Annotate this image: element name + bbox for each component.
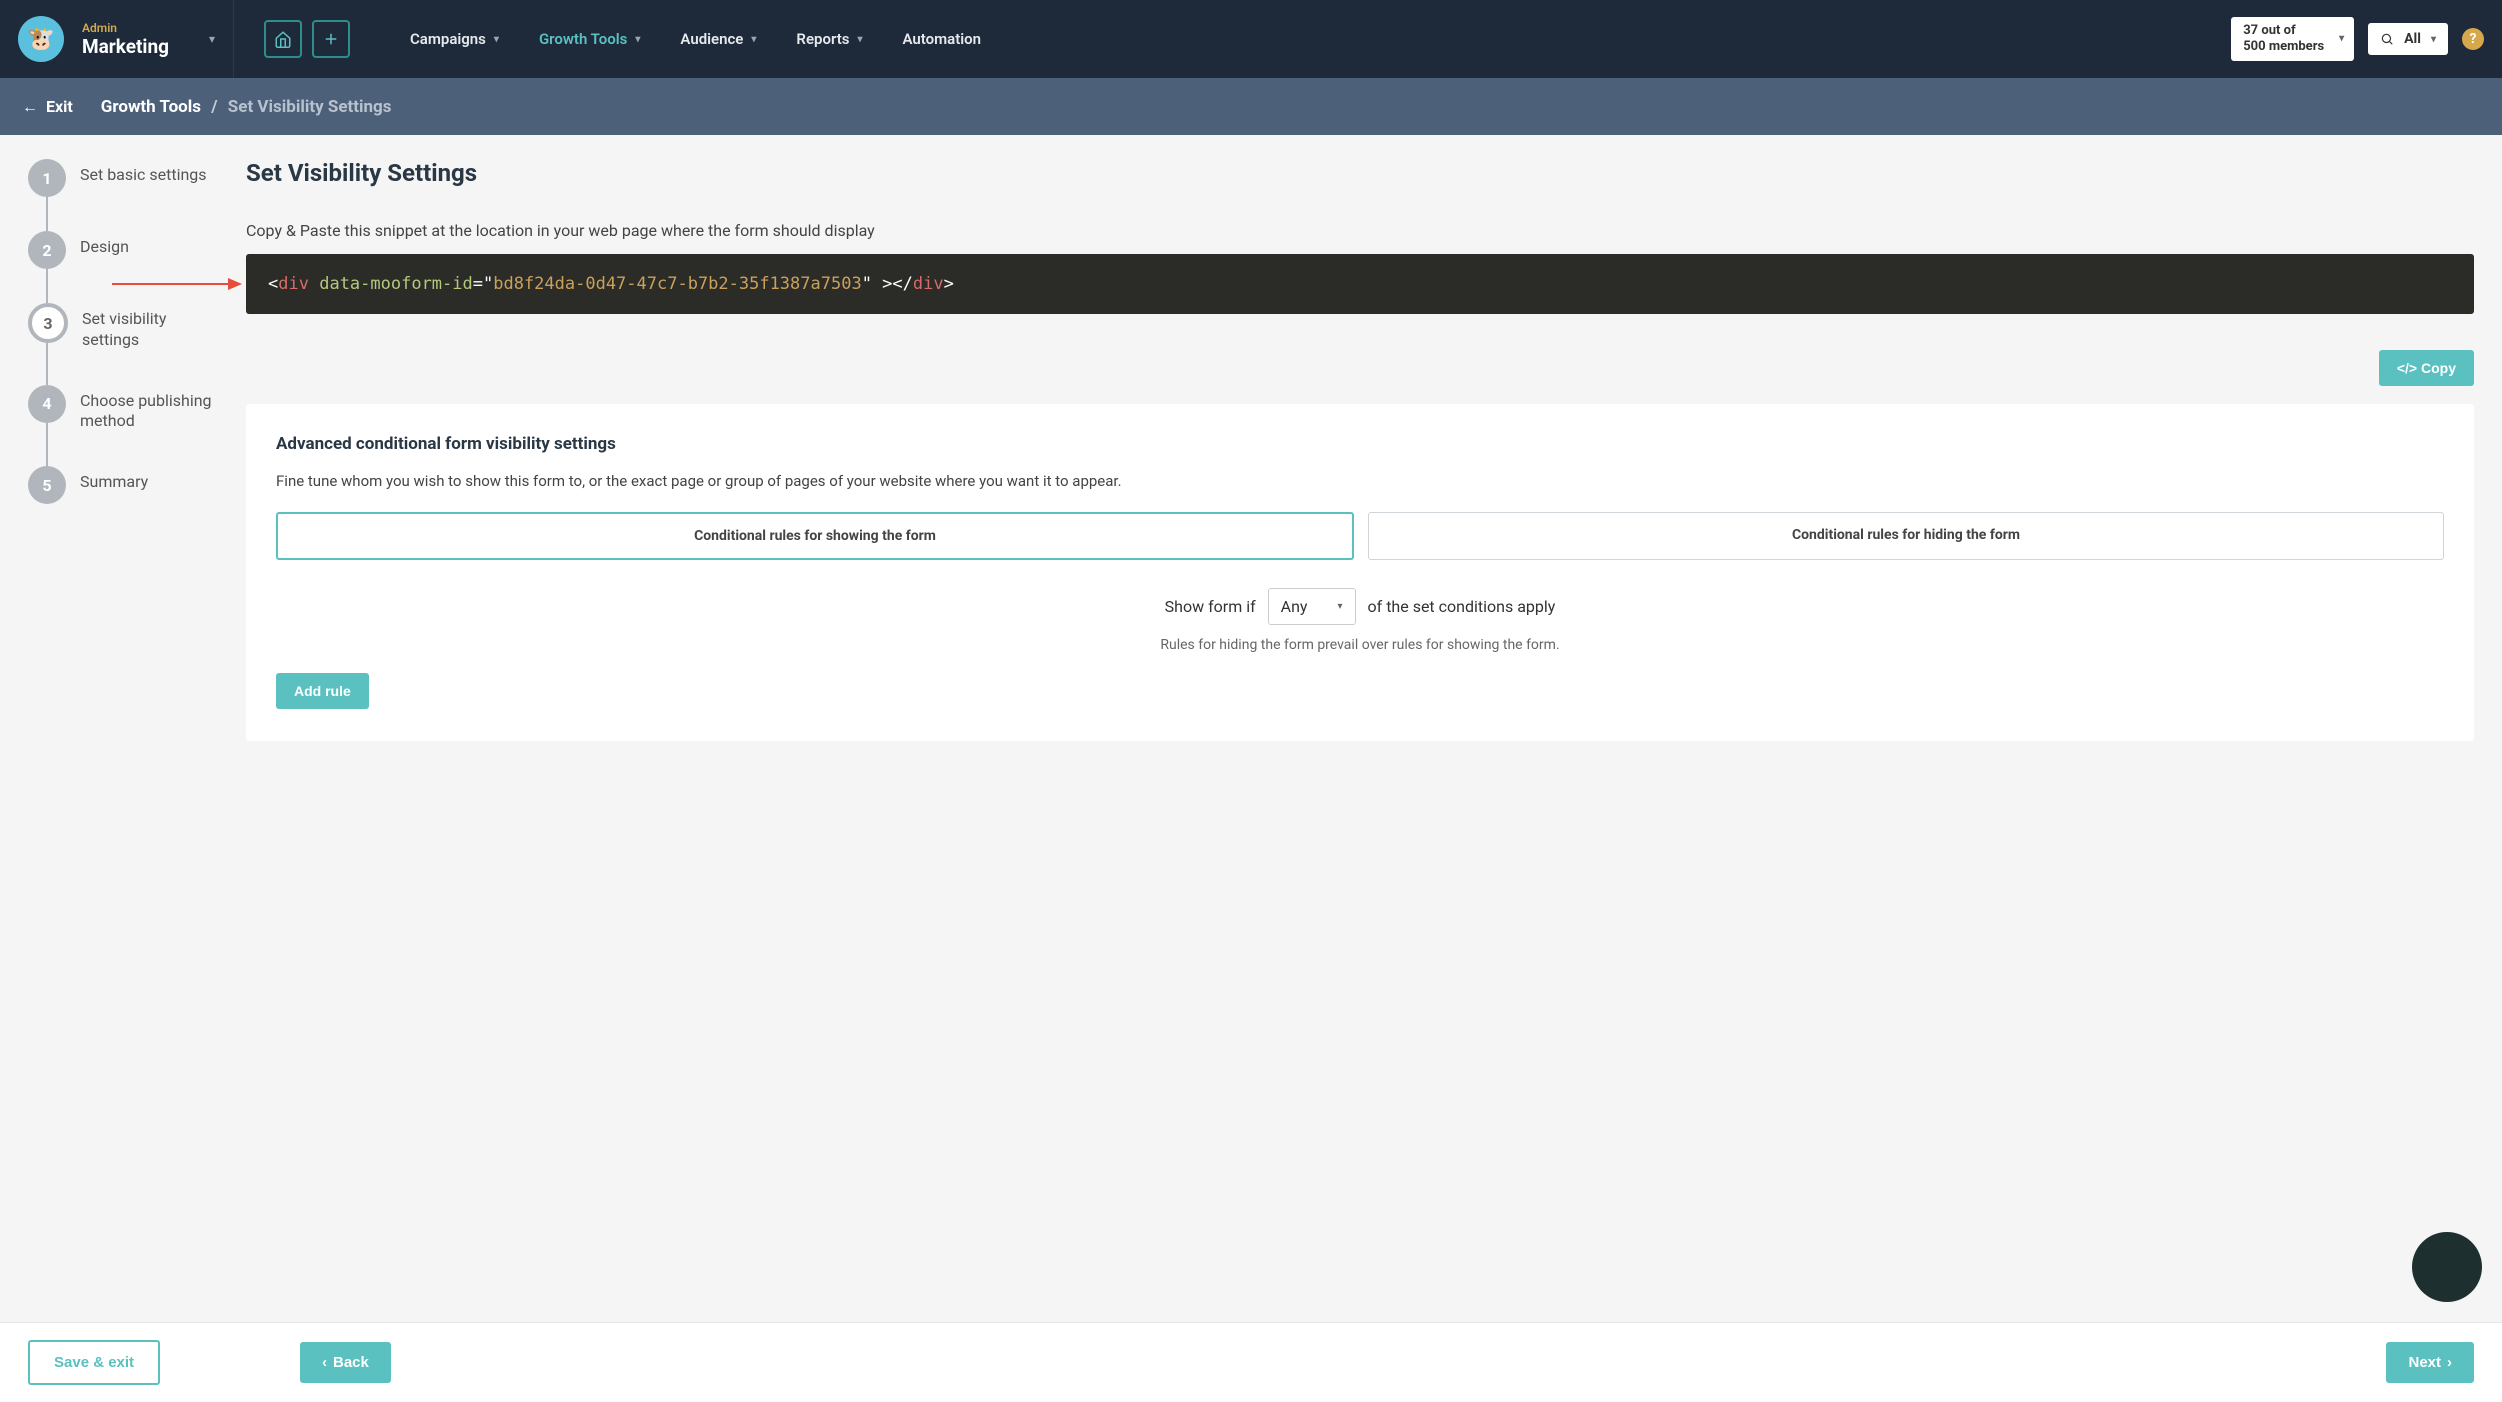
- condition-prefix: Show form if: [1165, 597, 1256, 616]
- plus-icon: [322, 30, 340, 48]
- exit-link[interactable]: ← Exit: [22, 97, 73, 117]
- exit-label: Exit: [46, 97, 73, 116]
- add-button[interactable]: [312, 20, 350, 58]
- breadcrumb-sep: /: [211, 97, 217, 117]
- nav-growth-tools[interactable]: Growth Tools ▾: [539, 30, 640, 48]
- step-number: 2: [28, 231, 66, 269]
- code-tag: div: [278, 274, 309, 294]
- help-button[interactable]: ?: [2462, 28, 2484, 50]
- chevron-down-icon: ▾: [1338, 601, 1343, 612]
- chevron-down-icon: ▾: [751, 34, 756, 45]
- step-4[interactable]: 4 Choose publishing method: [28, 385, 218, 467]
- chat-widget[interactable]: [2412, 1232, 2482, 1302]
- chevron-down-icon[interactable]: ▾: [209, 32, 215, 46]
- condition-mode-select[interactable]: Any ▾: [1268, 588, 1356, 625]
- tab-hide-rules[interactable]: Conditional rules for hiding the form: [1368, 512, 2444, 560]
- nav-reports[interactable]: Reports ▾: [796, 30, 862, 48]
- arrow-left-icon: ←: [22, 97, 38, 117]
- condition-suffix: of the set conditions apply: [1368, 597, 1556, 616]
- subheader: ← Exit Growth Tools / Set Visibility Set…: [0, 78, 2502, 135]
- chevron-down-icon: ▾: [857, 34, 862, 45]
- step-number: 5: [28, 466, 66, 504]
- search-icon: [2380, 32, 2394, 46]
- step-label: Summary: [80, 466, 148, 493]
- user-role-label: Admin: [82, 21, 169, 35]
- nav-audience[interactable]: Audience ▾: [680, 30, 756, 48]
- step-number: 4: [28, 385, 66, 423]
- app-logo: 🐮: [18, 16, 64, 62]
- step-number: 1: [28, 159, 66, 197]
- workspace-name: Marketing: [82, 35, 169, 58]
- wizard-footer: Save & exit ‹ Back Next ›: [0, 1322, 2502, 1402]
- member-count-dropdown[interactable]: 37 out of 500 members ▾: [2231, 17, 2354, 60]
- advanced-visibility-card: Advanced conditional form visibility set…: [246, 404, 2474, 741]
- nav-label: Growth Tools: [539, 30, 627, 48]
- code-closetag: div: [913, 274, 944, 294]
- chevron-left-icon: ‹: [322, 1354, 327, 1371]
- chevron-down-icon: ▾: [2431, 34, 2436, 45]
- home-button[interactable]: [264, 20, 302, 58]
- back-button[interactable]: ‹ Back: [300, 1342, 391, 1383]
- condition-hint: Rules for hiding the form prevail over r…: [276, 637, 2444, 653]
- snippet-instruction: Copy & Paste this snippet at the locatio…: [246, 221, 2474, 240]
- chevron-down-icon: ▾: [635, 34, 640, 45]
- nav-campaigns[interactable]: Campaigns ▾: [410, 30, 499, 48]
- breadcrumb-current: Set Visibility Settings: [228, 97, 392, 117]
- wizard-stepper: 1 Set basic settings 2 Design 3 Set visi…: [28, 159, 218, 1322]
- step-label: Design: [80, 231, 129, 258]
- step-label: Choose publishing method: [80, 385, 218, 433]
- condition-mode-value: Any: [1281, 597, 1308, 616]
- search-filter[interactable]: All ▾: [2368, 23, 2448, 55]
- breadcrumb-root[interactable]: Growth Tools: [101, 97, 201, 117]
- main-content: Set Visibility Settings Copy & Paste thi…: [246, 159, 2474, 1322]
- page-title: Set Visibility Settings: [246, 159, 2474, 187]
- condition-sentence: Show form if Any ▾ of the set conditions…: [276, 588, 2444, 625]
- advanced-description: Fine tune whom you wish to show this for…: [276, 472, 2444, 490]
- code-attr: data-mooform-id: [319, 274, 473, 294]
- tab-show-rules[interactable]: Conditional rules for showing the form: [276, 512, 1354, 560]
- home-icon: [274, 30, 292, 48]
- back-label: Back: [333, 1354, 369, 1371]
- nav-label: Reports: [796, 30, 849, 48]
- next-button[interactable]: Next ›: [2386, 1342, 2474, 1383]
- step-1[interactable]: 1 Set basic settings: [28, 159, 218, 231]
- member-count-line2: 500 members: [2243, 39, 2324, 55]
- workspace-switcher[interactable]: 🐮 Admin Marketing ▾: [0, 0, 234, 78]
- search-filter-label: All: [2404, 31, 2421, 47]
- member-count-line1: 37 out of: [2243, 23, 2324, 39]
- annotation-arrow-icon: [112, 274, 242, 294]
- top-nav: 🐮 Admin Marketing ▾ Campaigns ▾ Growth To…: [0, 0, 2502, 78]
- code-snippet[interactable]: <div data-mooform-id="bd8f24da-0d47-47c7…: [246, 254, 2474, 314]
- nav-label: Audience: [680, 30, 743, 48]
- copy-button[interactable]: </> Copy: [2379, 350, 2474, 386]
- chevron-down-icon: ▾: [494, 34, 499, 45]
- code-value: bd8f24da-0d47-47c7-b7b2-35f1387a7503: [493, 274, 861, 294]
- advanced-heading: Advanced conditional form visibility set…: [276, 434, 2444, 454]
- step-label: Set visibility settings: [82, 303, 218, 351]
- add-rule-button[interactable]: Add rule: [276, 673, 369, 709]
- nav-label: Automation: [903, 30, 982, 48]
- chevron-right-icon: ›: [2447, 1354, 2452, 1371]
- nav-automation[interactable]: Automation: [903, 30, 982, 48]
- chevron-down-icon: ▾: [2339, 33, 2344, 45]
- step-3[interactable]: 3 Set visibility settings: [28, 303, 218, 385]
- nav-label: Campaigns: [410, 30, 486, 48]
- breadcrumb: Growth Tools / Set Visibility Settings: [101, 97, 392, 117]
- step-5[interactable]: 5 Summary: [28, 466, 218, 538]
- step-number: 3: [28, 303, 68, 343]
- step-label: Set basic settings: [80, 159, 207, 186]
- next-label: Next: [2408, 1354, 2441, 1371]
- save-exit-button[interactable]: Save & exit: [28, 1340, 160, 1385]
